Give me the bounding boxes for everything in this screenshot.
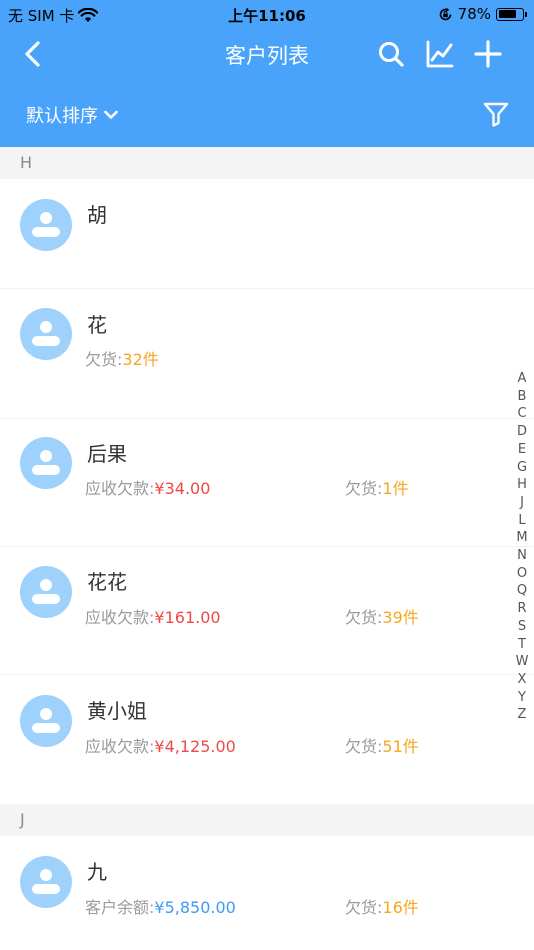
search-icon [379, 42, 404, 67]
receivable-value: ¥161.00 [154, 608, 221, 627]
battery-fill [498, 10, 517, 18]
customer-name: 九 [87, 860, 107, 884]
goods-owed: 欠货:16件 [345, 894, 419, 918]
index-letter-g[interactable]: G [517, 459, 527, 477]
index-letter-a[interactable]: A [518, 370, 527, 388]
user-icon [32, 579, 60, 604]
avatar [20, 695, 72, 747]
customer-row[interactable]: 花 欠货:32件 [0, 289, 534, 419]
user-icon [32, 869, 60, 894]
filter-button[interactable] [482, 100, 510, 128]
battery-percent: 78% [457, 5, 491, 23]
index-letter-j[interactable]: J [520, 494, 524, 512]
user-icon [32, 321, 60, 346]
user-icon [32, 708, 60, 733]
customer-row[interactable]: 黄小姐 应收欠款:¥4,125.00 欠货:51件 [0, 675, 534, 804]
user-icon [32, 212, 60, 237]
customer-row[interactable]: 后果 应收欠款:¥34.00 欠货:1件 [0, 419, 534, 547]
index-letter-s[interactable]: S [518, 618, 526, 636]
add-customer-button[interactable] [473, 39, 503, 69]
chevron-left-icon [25, 41, 40, 67]
plus-icon [474, 40, 502, 68]
goods-owed: 欠货:51件 [345, 733, 419, 757]
receivable-value: ¥34.00 [154, 479, 211, 498]
receivable-amount: 应收欠款:¥161.00 [85, 604, 221, 628]
goods-owed-label: 欠货: [345, 608, 383, 627]
goods-owed-value: 51件 [382, 737, 419, 756]
search-button[interactable] [376, 39, 406, 69]
index-letter-z[interactable]: Z [518, 706, 527, 724]
section-header-j: J [0, 804, 534, 836]
index-letter-m[interactable]: M [516, 529, 527, 547]
section-header-h: H [0, 147, 534, 179]
receivable-label: 应收欠款: [85, 608, 155, 627]
statistics-button[interactable] [425, 39, 455, 69]
index-letter-l[interactable]: L [518, 512, 525, 530]
goods-owed-label: 欠货: [85, 350, 123, 369]
status-bar: 无 SIM 卡 上午11:06 78% [0, 0, 534, 28]
header: 无 SIM 卡 上午11:06 78% 客户列表 默认排序 [0, 0, 534, 147]
user-icon [32, 450, 60, 475]
receivable-amount: 应收欠款:¥4,125.00 [85, 733, 236, 757]
line-chart-icon [426, 40, 454, 68]
index-letter-e[interactable]: E [518, 441, 526, 459]
receivable-label: 应收欠款: [85, 737, 155, 756]
nav-bar: 客户列表 [0, 28, 534, 80]
goods-owed-value: 16件 [382, 898, 419, 917]
sort-bar: 默认排序 [0, 92, 534, 138]
avatar [20, 199, 72, 251]
balance-label: 客户余额: [85, 898, 155, 917]
index-letter-x[interactable]: X [518, 671, 527, 689]
goods-owed: 欠货:32件 [85, 346, 159, 370]
back-button[interactable] [18, 38, 50, 70]
goods-owed-label: 欠货: [345, 898, 383, 917]
goods-owed: 欠货:39件 [345, 604, 419, 628]
index-letter-n[interactable]: N [517, 547, 527, 565]
avatar [20, 856, 72, 908]
customer-name: 黄小姐 [87, 699, 147, 723]
goods-owed: 欠货:1件 [345, 475, 409, 499]
index-letter-y[interactable]: Y [518, 689, 526, 707]
index-letter-c[interactable]: C [517, 405, 526, 423]
status-right: 78% [438, 5, 527, 23]
battery-icon [496, 7, 527, 21]
balance-value: ¥5,850.00 [154, 898, 236, 917]
index-letter-h[interactable]: H [517, 476, 527, 494]
chevron-down-icon [104, 110, 118, 119]
customer-row[interactable]: 九 客户余额:¥5,850.00 欠货:16件 [0, 836, 534, 950]
filter-icon [483, 102, 509, 127]
rotation-lock-icon [439, 7, 451, 20]
customer-balance: 客户余额:¥5,850.00 [85, 894, 236, 918]
goods-owed-value: 39件 [382, 608, 419, 627]
goods-owed-value: 32件 [122, 350, 159, 369]
index-letter-b[interactable]: B [518, 388, 527, 406]
customer-name: 花 [87, 313, 107, 337]
customer-name: 后果 [87, 442, 127, 466]
receivable-value: ¥4,125.00 [154, 737, 236, 756]
customer-name: 花花 [87, 570, 127, 594]
avatar [20, 566, 72, 618]
receivable-label: 应收欠款: [85, 479, 155, 498]
index-letter-d[interactable]: D [517, 423, 527, 441]
index-letter-r[interactable]: R [517, 600, 526, 618]
index-letter-q[interactable]: Q [517, 582, 527, 600]
index-letter-o[interactable]: O [517, 565, 527, 583]
index-letter-w[interactable]: W [516, 653, 529, 671]
goods-owed-label: 欠货: [345, 479, 383, 498]
index-letter-t[interactable]: T [518, 636, 526, 654]
sort-dropdown[interactable]: 默认排序 [26, 102, 118, 128]
alphabet-index[interactable]: ABCDEGHJLMNOQRSTWXYZ [515, 370, 529, 724]
goods-owed-label: 欠货: [345, 737, 383, 756]
receivable-amount: 应收欠款:¥34.00 [85, 475, 210, 499]
sort-label: 默认排序 [26, 106, 98, 127]
customer-name: 胡 [87, 203, 107, 227]
customer-row[interactable]: 花花 应收欠款:¥161.00 欠货:39件 [0, 547, 534, 675]
avatar [20, 437, 72, 489]
customer-row[interactable]: 胡 [0, 179, 534, 289]
goods-owed-value: 1件 [382, 479, 409, 498]
avatar [20, 308, 72, 360]
